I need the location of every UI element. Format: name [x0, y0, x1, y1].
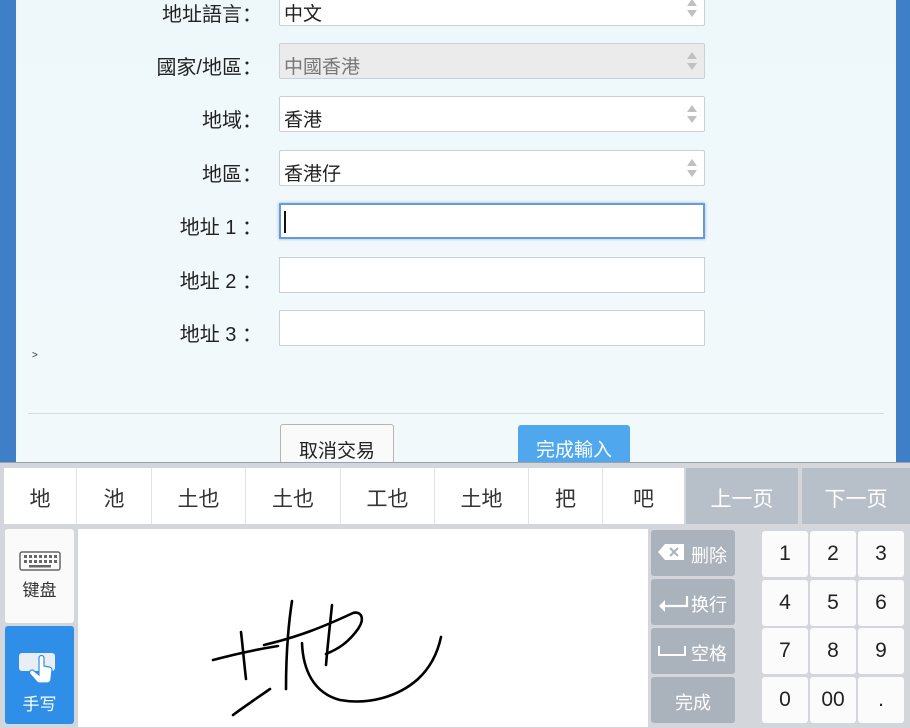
candidate-item[interactable]: 池 — [77, 468, 152, 524]
keyboard-mode-label: 键盘 — [22, 581, 57, 600]
form-divider — [28, 413, 884, 414]
country-region-label: 國家/地區： — [156, 57, 262, 79]
select-spinner-icon — [686, 50, 698, 74]
handwrite-icon — [19, 653, 55, 684]
handwriting-strokes — [211, 599, 443, 717]
address-language-select[interactable]: 中文 — [279, 0, 705, 26]
stray-mark: > — [32, 350, 38, 361]
address-1-input[interactable] — [279, 203, 705, 239]
num-key-4[interactable]: 4 — [762, 580, 808, 626]
space-key[interactable]: 空格 — [651, 628, 735, 674]
row-district: 地區： 香港仔 — [16, 150, 896, 190]
num-key-5[interactable]: 5 — [810, 580, 856, 626]
next-page-button[interactable]: 下一页 — [802, 468, 910, 524]
country-region-value: 中國香港 — [284, 57, 361, 78]
row-address-language: 地址語言： 中文 — [16, 0, 896, 30]
num-key-2[interactable]: 2 — [810, 531, 856, 577]
address-language-value: 中文 — [284, 4, 323, 25]
num-key-0[interactable]: 0 — [762, 677, 808, 723]
candidate-item[interactable]: 土也 — [246, 468, 341, 524]
candidate-item[interactable]: 把 — [529, 468, 603, 524]
candidate-bar: 地 池 土也 土也 工也 土地 把 吧 — [4, 468, 684, 524]
select-spinner-icon — [686, 157, 698, 181]
candidate-item[interactable]: 吧 — [603, 468, 684, 524]
space-icon — [658, 646, 686, 656]
enter-icon — [659, 596, 689, 612]
space-key-label: 空格 — [691, 644, 727, 664]
prev-page-button[interactable]: 上一页 — [686, 468, 798, 524]
row-address-2: 地址 2 ： — [16, 257, 896, 297]
cancel-transaction-button[interactable]: 取消交易 — [280, 424, 394, 462]
row-address-3: 地址 3 ： — [16, 310, 896, 350]
done-key-label: 完成 — [675, 693, 711, 713]
row-address-1: 地址 1 ： — [16, 203, 896, 243]
address-language-label: 地址語言： — [162, 4, 262, 26]
complete-input-button[interactable]: 完成輸入 — [518, 425, 630, 462]
num-key-1[interactable]: 1 — [762, 531, 808, 577]
district-label: 地區： — [202, 164, 262, 186]
territory-value: 香港 — [284, 110, 323, 131]
newline-key[interactable]: 换行 — [651, 579, 735, 625]
territory-select[interactable]: 香港 — [279, 96, 705, 132]
handwrite-mode-label: 手写 — [22, 695, 57, 714]
candidate-item[interactable]: 土也 — [152, 468, 246, 524]
address-3-label: 地址 3 ： — [179, 324, 262, 346]
address-3-input[interactable] — [279, 310, 705, 346]
country-region-select[interactable]: 中國香港 — [279, 43, 705, 79]
num-key-8[interactable]: 8 — [810, 628, 856, 674]
num-key-6[interactable]: 6 — [858, 580, 904, 626]
num-key-dot[interactable]: . — [858, 677, 904, 723]
territory-label: 地域： — [202, 110, 262, 132]
candidate-item[interactable]: 地 — [4, 468, 77, 524]
district-value: 香港仔 — [284, 164, 342, 185]
address-2-input[interactable] — [279, 257, 705, 293]
row-territory: 地域： 香港 — [16, 96, 896, 136]
address-2-label: 地址 2 ： — [179, 271, 262, 293]
num-key-7[interactable]: 7 — [762, 628, 808, 674]
num-key-00[interactable]: 00 — [810, 677, 856, 723]
address-1-label: 地址 1 ： — [179, 217, 262, 239]
delete-key[interactable]: 删除 — [651, 530, 735, 576]
backspace-icon — [658, 544, 684, 560]
text-caret — [284, 211, 286, 233]
newline-key-label: 换行 — [691, 595, 727, 615]
delete-key-label: 删除 — [691, 546, 727, 566]
row-country-region: 國家/地區： 中國香港 — [16, 43, 896, 83]
done-key[interactable]: 完成 — [651, 677, 735, 723]
district-select[interactable]: 香港仔 — [279, 150, 705, 186]
handwriting-pad[interactable] — [78, 529, 648, 727]
handwriting-ime-panel: 地 池 土也 土也 工也 土地 把 吧 上一页 下一页 键盘 手写 删除 换行 … — [0, 462, 910, 728]
address-form-panel: 地址語言： 中文 國家/地區： 中國香港 地域： 香港 地區： 香港仔 地址 1… — [16, 0, 896, 462]
candidate-item[interactable]: 工也 — [341, 468, 435, 524]
handwrite-mode-button[interactable]: 手写 — [5, 626, 74, 724]
candidate-item[interactable]: 土地 — [435, 468, 529, 524]
select-spinner-icon — [686, 103, 698, 127]
keyboard-mode-button[interactable]: 键盘 — [5, 529, 74, 623]
num-key-9[interactable]: 9 — [858, 628, 904, 674]
num-key-3[interactable]: 3 — [858, 531, 904, 577]
select-spinner-icon — [686, 0, 698, 21]
keyboard-icon — [19, 551, 61, 571]
